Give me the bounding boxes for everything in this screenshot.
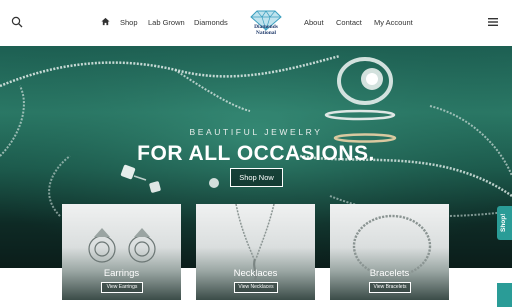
nav-shop[interactable]: Shop — [120, 18, 138, 27]
search-icon[interactable] — [11, 16, 23, 28]
card-label-necklaces: Necklaces — [233, 268, 278, 279]
hero-kicker: BEAUTIFUL JEWELRY — [189, 127, 323, 137]
category-card-necklaces[interactable]: Necklaces View Necklaces — [196, 204, 315, 300]
category-card-earrings[interactable]: Earrings View Earrings — [62, 204, 181, 300]
hero-title: FOR ALL OCCASIONS. — [137, 142, 375, 165]
nav-lab-grown[interactable]: Lab Grown — [148, 18, 185, 27]
nav-my-account[interactable]: My Account — [374, 18, 413, 27]
shop-tab-label: Shop! — [500, 213, 507, 232]
nav-about[interactable]: About — [304, 18, 324, 27]
hamburger-menu-icon[interactable] — [488, 18, 498, 26]
category-card-bracelets[interactable]: Bracelets View Bracelets — [330, 204, 449, 300]
view-bracelets-button[interactable]: View Bracelets — [369, 282, 411, 293]
logo-line-2: National — [255, 30, 277, 36]
logo-wordmark[interactable]: Diamonds National — [243, 24, 289, 36]
nav-diamonds[interactable]: Diamonds — [194, 18, 228, 27]
floating-shop-tab[interactable]: Shop! — [497, 206, 512, 240]
card-label-bracelets: Bracelets — [369, 268, 410, 279]
shop-now-button[interactable]: Shop Now — [230, 168, 283, 187]
view-necklaces-button[interactable]: View Necklaces — [234, 282, 278, 293]
card-label-earrings: Earrings — [103, 268, 140, 279]
site-header: Shop Lab Grown Diamonds Diamonds Nationa… — [0, 0, 512, 46]
chat-widget-strip[interactable] — [497, 283, 512, 307]
nav-contact[interactable]: Contact — [336, 18, 362, 27]
view-earrings-button[interactable]: View Earrings — [101, 282, 143, 293]
home-icon[interactable] — [101, 17, 110, 26]
